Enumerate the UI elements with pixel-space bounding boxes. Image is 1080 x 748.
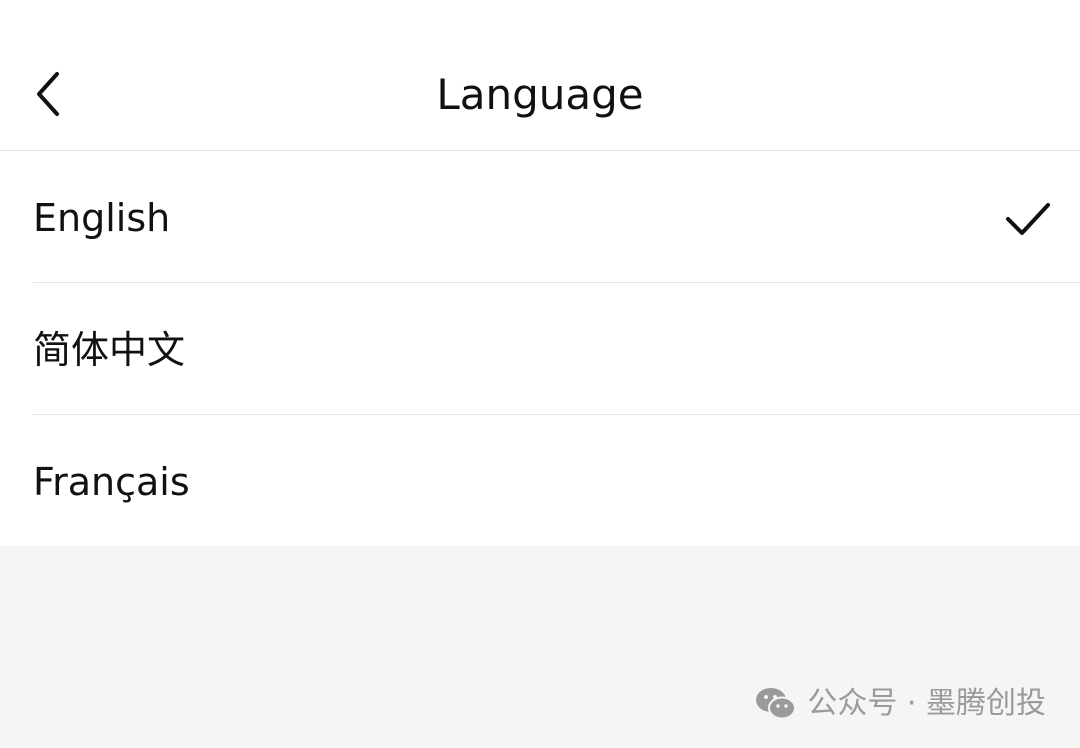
wechat-icon [756,688,797,720]
language-option-english[interactable]: English [0,151,1080,282]
language-settings-screen: Language English 简体中文 Français 公众号 · 墨腾创… [0,0,1080,748]
nav-header: Language [0,0,1080,151]
watermark-text: 公众号 · 墨腾创投 [807,686,1046,721]
page-title: Language [436,70,644,119]
language-label: English [33,196,171,240]
language-option-simplified-chinese[interactable]: 简体中文 [33,282,1080,414]
language-option-french[interactable]: Français [33,414,1080,546]
language-label: Français [33,460,190,504]
watermark: 公众号 · 墨腾创投 [755,684,1046,724]
language-list: English 简体中文 Français [0,151,1080,546]
language-label: 简体中文 [33,328,186,372]
checkmark-icon [1006,203,1050,235]
